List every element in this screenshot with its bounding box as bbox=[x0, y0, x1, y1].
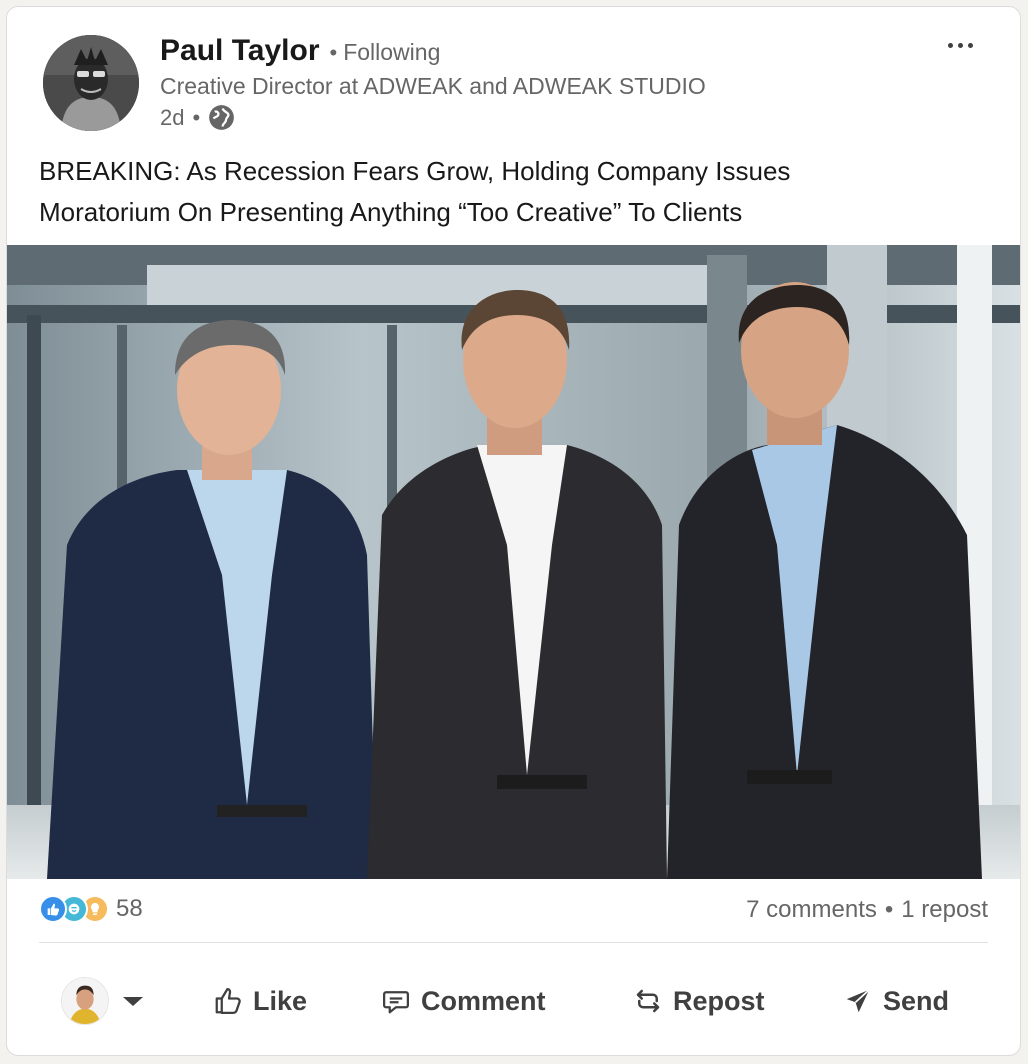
post-text: BREAKING: As Recession Fears Grow, Holdi… bbox=[39, 151, 999, 233]
more-options-button[interactable] bbox=[940, 31, 980, 59]
viewer-avatar bbox=[61, 977, 109, 1025]
author-name[interactable]: Paul Taylor bbox=[160, 34, 320, 68]
send-icon bbox=[846, 989, 870, 1013]
send-label: Send bbox=[883, 985, 950, 1016]
engagement-counts: 7 comments • 1 repost bbox=[746, 896, 988, 924]
like-label: Like bbox=[253, 985, 308, 1016]
reposts-count[interactable]: 1 repost bbox=[901, 896, 988, 924]
meta-separator: • bbox=[192, 104, 201, 130]
reactions-summary[interactable]: 58 bbox=[39, 895, 143, 923]
comment-icon bbox=[383, 991, 409, 1014]
globe-icon bbox=[208, 104, 235, 131]
divider bbox=[39, 942, 988, 943]
repost-icon bbox=[636, 989, 660, 1013]
post-time[interactable]: 2d bbox=[160, 105, 184, 131]
post-text-line: Moratorium On Presenting Anything “Too C… bbox=[39, 197, 743, 227]
counts-separator: • bbox=[884, 896, 894, 923]
reaction-as-selector[interactable] bbox=[61, 977, 143, 1025]
chevron-down-icon bbox=[123, 996, 143, 1006]
repost-button[interactable]: Repost bbox=[633, 977, 765, 1025]
author-avatar[interactable] bbox=[43, 35, 139, 131]
comments-count[interactable]: 7 comments bbox=[746, 896, 877, 924]
post-text-line: BREAKING: As Recession Fears Grow, Holdi… bbox=[39, 156, 791, 186]
post-image[interactable] bbox=[7, 245, 1020, 879]
repost-label: Repost bbox=[673, 985, 765, 1016]
like-icon bbox=[215, 988, 241, 1014]
send-button[interactable]: Send bbox=[843, 977, 949, 1025]
more-icon-dot bbox=[957, 42, 963, 48]
separator-dot: • bbox=[329, 40, 338, 65]
post-meta: 2d • bbox=[160, 104, 235, 131]
like-reaction-icon bbox=[39, 895, 67, 923]
author-headline: Creative Director at ADWEAK and ADWEAK S… bbox=[160, 73, 706, 99]
feed-post-card: Paul Taylor • Following Creative Directo… bbox=[6, 6, 1021, 1056]
more-icon-dot bbox=[967, 42, 973, 48]
reaction-count: 58 bbox=[116, 895, 143, 922]
author-line: Paul Taylor • Following bbox=[160, 34, 440, 68]
following-status[interactable]: Following bbox=[343, 39, 440, 66]
comment-label: Comment bbox=[421, 985, 546, 1016]
like-button[interactable]: Like bbox=[213, 977, 307, 1025]
comment-button[interactable]: Comment bbox=[381, 977, 546, 1025]
action-bar: Like Comment Repost Send bbox=[7, 965, 1020, 1037]
more-icon-dot bbox=[947, 42, 953, 48]
